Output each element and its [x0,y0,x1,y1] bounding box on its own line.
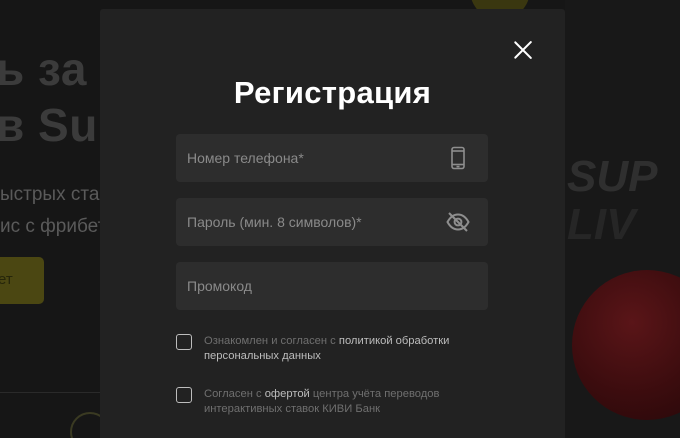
registration-modal: Регистрация Ознакомлен и согласен с поли [100,9,565,438]
background-banner-text: LIV [567,200,636,249]
background-headline: ь за [0,43,87,95]
background-subtext: ыстрых ста [0,184,100,205]
eye-off-icon[interactable] [446,210,470,234]
consent-text: Ознакомлен и согласен с [204,335,339,347]
phone-icon [446,146,470,170]
consent-privacy-checkbox[interactable] [176,334,192,350]
phone-field [176,134,488,182]
consent-offer-text: Согласен с офертой центра учёта переводо… [204,387,494,417]
consent-privacy-text: Ознакомлен и согласен с политикой обрабо… [204,334,494,364]
promo-field [176,262,488,310]
modal-title: Регистрация [233,75,432,110]
background-cta-button: ет [0,257,44,304]
consent-text: Согласен с [204,388,265,400]
background-banner-text: SUP [567,152,658,201]
background-headline: в Su [0,99,98,151]
offer-link[interactable]: офертой [265,388,310,400]
close-icon[interactable] [510,37,536,63]
consent-offer-checkbox[interactable] [176,387,192,403]
password-input[interactable] [176,198,488,246]
password-field [176,198,488,246]
promo-input[interactable] [176,262,488,310]
background-subtext: ис с фрибет [0,216,107,237]
phone-input[interactable] [176,134,488,182]
